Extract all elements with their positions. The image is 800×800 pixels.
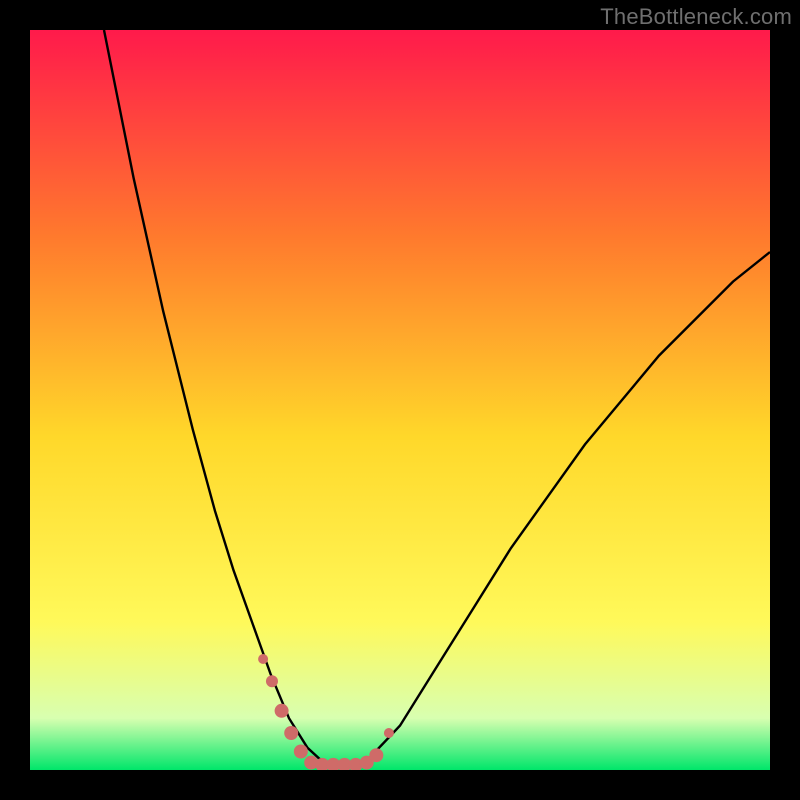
curve-marker: [294, 745, 308, 759]
curve-markers: [258, 654, 394, 770]
curve-marker: [384, 728, 394, 738]
curve-marker: [275, 704, 289, 718]
chart-frame: TheBottleneck.com: [0, 0, 800, 800]
curve-marker: [284, 726, 298, 740]
curve-marker: [266, 675, 278, 687]
watermark-text: TheBottleneck.com: [600, 4, 792, 30]
curve-marker: [369, 748, 383, 762]
bottleneck-curve: [104, 30, 770, 765]
curve-marker: [258, 654, 268, 664]
plot-area: [30, 30, 770, 770]
bottleneck-curve-svg: [30, 30, 770, 770]
